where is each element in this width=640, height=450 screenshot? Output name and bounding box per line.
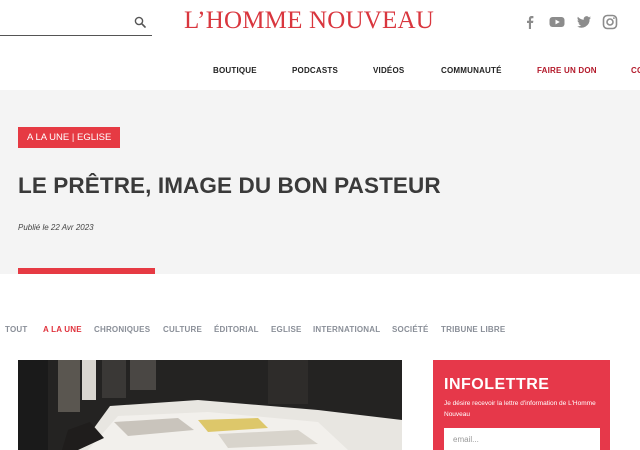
site-header: L’HOMME NOUVEAU BOUTIQUE PODCASTS VIDÉOS… [0, 0, 640, 90]
tab-societe[interactable]: SOCIÉTÉ [392, 325, 429, 334]
tab-chroniques[interactable]: CHRONIQUES [94, 325, 150, 334]
tab-tout[interactable]: TOUT [5, 325, 27, 334]
nav-contact[interactable]: CO [631, 66, 640, 75]
instagram-icon[interactable] [602, 14, 618, 30]
accent-bar [18, 268, 155, 274]
tab-international[interactable]: INTERNATIONAL [313, 325, 380, 334]
site-logo[interactable]: L’HOMME NOUVEAU [184, 7, 434, 35]
nav-videos[interactable]: VIDÉOS [373, 66, 404, 75]
twitter-icon[interactable] [576, 14, 592, 30]
newsletter-box: INFOLETTRE Je désire recevoir la lettre … [433, 360, 610, 450]
newsletter-email-field[interactable] [444, 428, 600, 450]
tab-eglise[interactable]: EGLISE [271, 325, 302, 334]
nav-podcasts[interactable]: PODCASTS [292, 66, 338, 75]
category-badge[interactable]: A LA UNE | EGLISE [18, 127, 121, 148]
nav-boutique[interactable]: BOUTIQUE [213, 66, 257, 75]
nav-communaute[interactable]: COMMUNAUTÉ [441, 66, 502, 75]
tab-tribune-libre[interactable]: TRIBUNE LIBRE [441, 325, 505, 334]
tab-a-la-une[interactable]: A LA UNE [43, 325, 82, 334]
tab-culture[interactable]: CULTURE [163, 325, 202, 334]
article-hero: A LA UNE | EGLISE LE PRÊTRE, IMAGE DU BO… [0, 90, 640, 274]
facebook-icon[interactable] [522, 14, 538, 30]
youtube-icon[interactable] [549, 14, 565, 30]
article-title: LE PRÊTRE, IMAGE DU BON PASTEUR [18, 173, 441, 198]
publish-date: Publié le 22 Avr 2023 [18, 223, 94, 232]
search-box [0, 12, 152, 36]
ordination-photo [18, 360, 402, 450]
tab-editorial[interactable]: ÉDITORIAL [214, 325, 259, 334]
newsletter-description: Je désire recevoir la lettre d'informati… [444, 400, 596, 418]
search-icon[interactable] [134, 16, 146, 28]
article-image[interactable] [18, 360, 402, 450]
search-input[interactable] [0, 12, 126, 34]
newsletter-title: INFOLETTRE [444, 376, 550, 393]
nav-faire-un-don[interactable]: FAIRE UN DON [537, 66, 597, 75]
